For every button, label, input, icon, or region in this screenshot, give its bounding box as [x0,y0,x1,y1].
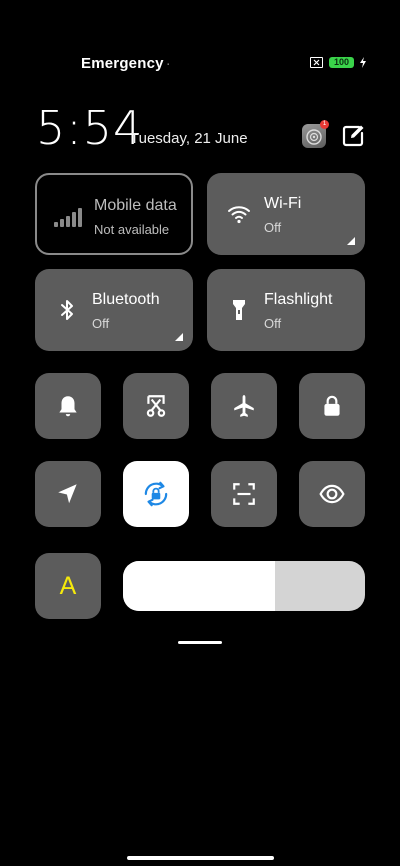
toggle-lock-screen[interactable] [299,373,365,439]
scan-icon [233,483,255,505]
auto-brightness-label: A [59,571,77,600]
charging-bolt-icon [360,57,366,68]
brightness-slider[interactable] [123,561,365,611]
bluetooth-status: Off [92,316,110,331]
carrier-text: Emergency [81,55,164,72]
date: Tuesday, 21 June [130,130,248,147]
lock-icon [324,395,340,416]
wifi-label: Wi-Fi [264,195,302,212]
app-icon[interactable]: 1 [302,120,329,148]
wifi-status: Off [264,220,282,235]
home-indicator[interactable] [127,856,274,860]
tile-mobile-data[interactable]: Mobile data Not available [35,173,193,255]
bluetooth-expand-icon[interactable] [175,333,183,341]
edit-icon[interactable] [340,123,366,149]
toggle-scanner[interactable] [211,461,277,527]
flashlight-status: Off [264,316,282,331]
flashlight-icon [233,300,245,320]
location-icon [58,484,77,504]
flashlight-label: Flashlight [264,291,333,308]
panel-drag-handle[interactable] [178,641,222,644]
bluetooth-icon [61,300,73,320]
airplane-icon [234,395,254,417]
toggle-location[interactable] [35,461,101,527]
tile-flashlight[interactable]: Flashlight Off [207,269,365,351]
toggle-reading-mode[interactable] [299,461,365,527]
bluetooth-label: Bluetooth [92,291,160,308]
toggle-screenshot[interactable] [123,373,189,439]
toggle-ringer[interactable] [35,373,101,439]
clock: 5:54 [36,101,144,155]
eye-icon [319,484,345,504]
toggle-rotation-lock[interactable] [123,461,189,527]
mobile-data-label: Mobile data [94,197,177,214]
bell-icon [59,396,77,417]
rotation-lock-icon [144,481,168,507]
wifi-icon [228,206,250,224]
tile-wifi[interactable]: Wi-Fi Off [207,173,365,255]
wifi-expand-icon[interactable] [347,237,355,245]
carrier-dot: · [165,55,171,72]
sim-card-icon [310,57,323,68]
tile-bluetooth[interactable]: Bluetooth Off [35,269,193,351]
screenshot-icon [146,395,166,417]
notification-badge: 1 [320,120,329,129]
carrier-label: Emergency · [81,55,171,72]
battery-icon: 100 [329,57,354,68]
signal-bars-icon [54,208,82,227]
battery-level: 100 [333,57,350,67]
brightness-fill [123,561,276,611]
toggle-airplane-mode[interactable] [211,373,277,439]
mobile-data-status: Not available [94,222,170,237]
status-icons: 100 [310,57,366,68]
auto-brightness-toggle[interactable]: A [35,553,101,619]
